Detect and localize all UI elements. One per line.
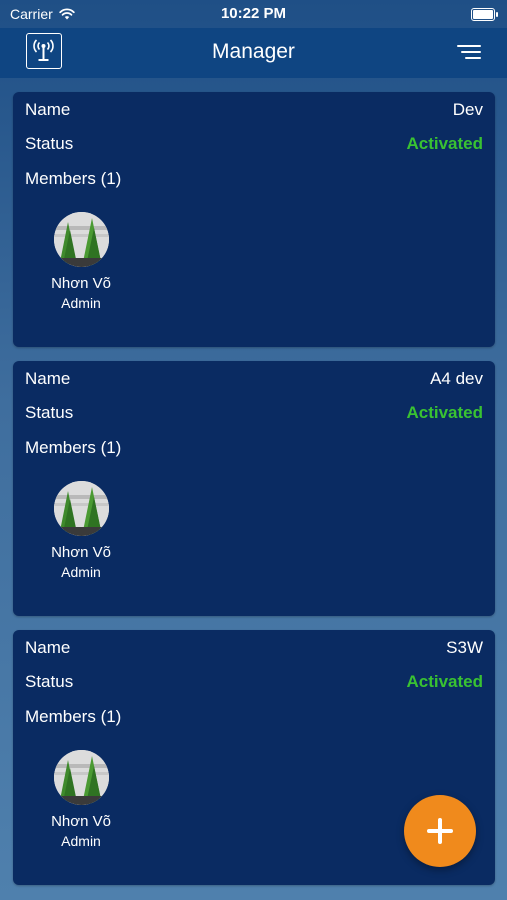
member-role: Admin [61, 295, 101, 311]
status-label: Status [25, 403, 74, 422]
status-row: Status Activated [25, 403, 483, 423]
status-row: Status Activated [25, 134, 483, 154]
group-name: S3W [446, 638, 483, 657]
members-label: Members (1) [25, 438, 122, 457]
member-name: Nhơn Võ [51, 275, 111, 292]
members-row: Members (1) [25, 707, 483, 727]
avatar[interactable] [53, 212, 109, 267]
status-label: Status [25, 672, 74, 691]
members-label: Members (1) [25, 707, 122, 726]
status-value: Activated [406, 403, 483, 422]
status-value: Activated [406, 134, 483, 153]
member-item[interactable]: Nhơn Võ Admin [41, 481, 121, 580]
members-row: Members (1) [25, 438, 483, 458]
menu-icon[interactable] [455, 42, 481, 62]
page-title: Manager [212, 40, 295, 63]
name-label: Name [25, 369, 71, 388]
member-name: Nhơn Võ [51, 544, 111, 561]
status-value: Activated [406, 672, 483, 691]
name-label: Name [25, 638, 71, 657]
member-item[interactable]: Nhơn Võ Admin [41, 750, 121, 849]
status-row: Status Activated [25, 672, 483, 692]
group-card[interactable]: Name A4 dev Status Activated Members (1)… [13, 361, 495, 616]
name-label: Name [25, 100, 71, 119]
status-bar: Carrier 10:22 PM [0, 0, 507, 28]
group-name: A4 dev [430, 369, 483, 388]
add-group-button[interactable] [404, 795, 476, 867]
member-role: Admin [61, 833, 101, 849]
name-row: Name A4 dev [25, 369, 483, 389]
name-row: Name S3W [25, 638, 483, 658]
battery-icon [471, 8, 498, 21]
group-card[interactable]: Name Dev Status Activated Members (1) Nh… [13, 92, 495, 347]
member-item[interactable]: Nhơn Võ Admin [41, 212, 121, 311]
clock: 10:22 PM [220, 5, 287, 22]
name-row: Name Dev [25, 100, 483, 120]
members-label: Members (1) [25, 169, 122, 188]
plus-icon [427, 818, 453, 844]
members-row: Members (1) [25, 169, 483, 189]
member-name: Nhơn Võ [51, 813, 111, 830]
group-name: Dev [452, 100, 483, 119]
member-role: Admin [61, 564, 101, 580]
avatar[interactable] [53, 481, 109, 536]
nav-bar: Manager [0, 28, 507, 78]
avatar[interactable] [53, 750, 109, 805]
status-label: Status [25, 134, 74, 153]
